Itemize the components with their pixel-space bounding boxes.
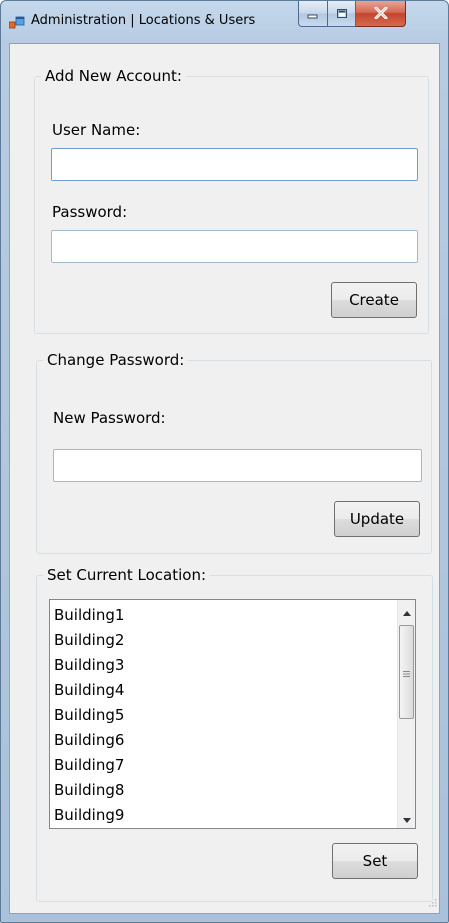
password-input[interactable] (51, 230, 418, 263)
caption-buttons (298, 1, 406, 27)
minimize-icon (307, 4, 319, 23)
minimize-button[interactable] (298, 1, 328, 27)
add-account-legend: Add New Account: (41, 67, 186, 85)
password-label: Password: (52, 203, 128, 221)
maximize-icon (336, 4, 348, 23)
app-icon (8, 15, 25, 29)
list-item[interactable]: Building2 (50, 628, 396, 653)
location-legend: Set Current Location: (43, 566, 211, 584)
create-button[interactable]: Create (331, 282, 417, 318)
resize-grip-icon[interactable] (427, 892, 437, 911)
update-button[interactable]: Update (334, 501, 420, 537)
username-input[interactable] (51, 148, 418, 181)
arrow-down-icon (402, 808, 411, 827)
grip-icon (403, 663, 410, 682)
scroll-up-button[interactable] (398, 602, 415, 619)
window: Administration | Locations & Users Add N… (0, 0, 449, 923)
username-label: User Name: (52, 121, 141, 139)
scroll-down-button[interactable] (398, 809, 415, 826)
title-bar[interactable]: Administration | Locations & Users (1, 1, 448, 43)
scroll-thumb[interactable] (399, 625, 414, 719)
vertical-scrollbar[interactable] (397, 600, 415, 828)
close-button[interactable] (356, 1, 406, 27)
location-list: Building1 Building2 Building3 Building4 … (50, 600, 396, 828)
close-icon (374, 4, 388, 23)
new-password-input[interactable] (53, 449, 422, 482)
list-item[interactable]: Building3 (50, 653, 396, 678)
maximize-button[interactable] (328, 1, 356, 27)
arrow-up-icon (402, 601, 411, 620)
list-item[interactable]: Building1 (50, 603, 396, 628)
new-password-label: New Password: (53, 409, 166, 427)
add-account-group: Add New Account: User Name: Password: Cr… (34, 67, 429, 334)
window-title: Administration | Locations & Users (31, 13, 256, 28)
list-item[interactable]: Building5 (50, 703, 396, 728)
list-item[interactable]: Building8 (50, 778, 396, 803)
location-listbox[interactable]: Building1 Building2 Building3 Building4 … (49, 599, 416, 829)
set-button[interactable]: Set (332, 843, 418, 879)
location-group: Set Current Location: Building1 Building… (36, 566, 433, 902)
list-item[interactable]: Building4 (50, 678, 396, 703)
change-password-legend: Change Password: (43, 351, 189, 369)
client-area: Add New Account: User Name: Password: Cr… (9, 43, 440, 914)
change-password-group: Change Password: New Password: Update (36, 351, 432, 554)
list-item[interactable]: Building6 (50, 728, 396, 753)
list-item[interactable]: Building7 (50, 753, 396, 778)
list-item[interactable]: Building9 (50, 803, 396, 828)
